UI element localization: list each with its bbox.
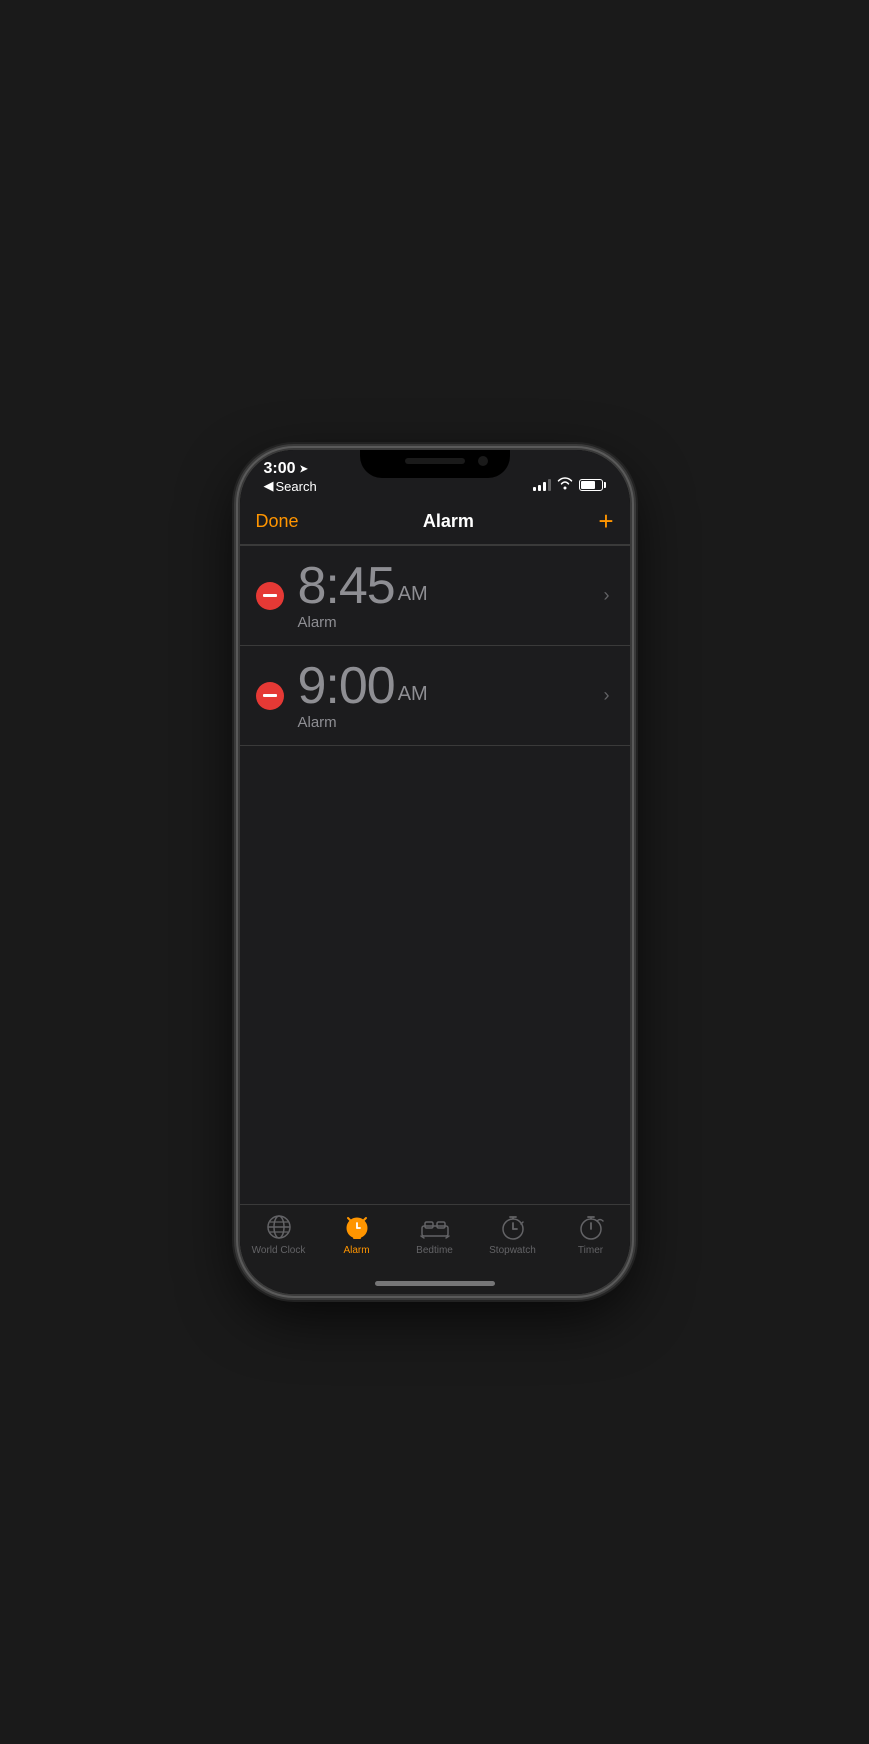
alarm-list: 8:45 AM Alarm › 9:00 AM Alarm	[240, 545, 630, 746]
bedtime-icon	[421, 1213, 449, 1241]
tab-stopwatch[interactable]: Stopwatch	[474, 1213, 552, 1256]
alarm-item[interactable]: 8:45 AM Alarm ›	[240, 545, 630, 646]
wifi-icon	[557, 477, 573, 492]
empty-area	[240, 746, 630, 1228]
alarm-2-time-row: 9:00 AM	[298, 660, 596, 712]
world-clock-icon	[265, 1213, 293, 1241]
alarm-item[interactable]: 9:00 AM Alarm ›	[240, 646, 630, 746]
back-chevron-icon: ◀	[264, 478, 274, 494]
home-indicator	[375, 1281, 495, 1286]
delete-alarm-2-button[interactable]	[256, 682, 284, 710]
phone-frame: 3:00 ➤ ◀ Search	[240, 450, 630, 1294]
signal-bar-3	[543, 482, 546, 491]
signal-bar-1	[533, 487, 536, 491]
alarm-2-time: 9:00	[298, 660, 395, 712]
alarm-2-chevron-icon: ›	[604, 685, 610, 706]
alarm-2-info: 9:00 AM Alarm	[298, 660, 596, 731]
notch	[360, 450, 510, 478]
signal-bar-2	[538, 485, 541, 491]
alarm-1-time: 8:45	[298, 560, 395, 612]
tab-world-clock[interactable]: World Clock	[240, 1213, 318, 1256]
back-button[interactable]: ◀ Search	[264, 478, 317, 494]
tab-alarm-label: Alarm	[343, 1245, 369, 1256]
status-right	[533, 477, 606, 494]
tab-timer-label: Timer	[578, 1245, 603, 1256]
camera	[478, 456, 488, 466]
delete-alarm-1-button[interactable]	[256, 582, 284, 610]
tab-world-clock-label: World Clock	[252, 1245, 306, 1256]
status-time: 3:00 ➤	[264, 460, 317, 478]
alarm-tab-icon	[343, 1213, 371, 1241]
nav-bar: Done Alarm +	[240, 500, 630, 545]
location-arrow-icon: ➤	[300, 464, 308, 475]
alarm-1-chevron-icon: ›	[604, 585, 610, 606]
speaker	[405, 458, 465, 464]
stopwatch-icon	[499, 1213, 527, 1241]
done-button[interactable]: Done	[256, 511, 299, 532]
tab-bedtime-label: Bedtime	[416, 1245, 453, 1256]
minus-icon	[263, 694, 277, 697]
tab-alarm[interactable]: Alarm	[318, 1213, 396, 1256]
signal-bars-icon	[533, 479, 551, 491]
time-display: 3:00	[264, 460, 296, 478]
alarm-1-ampm: AM	[398, 583, 428, 606]
add-alarm-button[interactable]: +	[598, 508, 613, 534]
alarm-1-info: 8:45 AM Alarm	[298, 560, 596, 631]
tab-bedtime[interactable]: Bedtime	[396, 1213, 474, 1256]
signal-bar-4	[548, 479, 551, 491]
alarm-1-time-row: 8:45 AM	[298, 560, 596, 612]
back-label: Search	[276, 479, 317, 494]
tab-timer[interactable]: Timer	[552, 1213, 630, 1256]
battery-icon	[579, 479, 606, 491]
tab-stopwatch-label: Stopwatch	[489, 1245, 536, 1256]
minus-icon	[263, 594, 277, 597]
nav-title: Alarm	[423, 511, 474, 532]
alarm-2-ampm: AM	[398, 683, 428, 706]
alarm-1-label: Alarm	[298, 614, 596, 631]
status-left: 3:00 ➤ ◀ Search	[264, 460, 317, 494]
timer-icon	[577, 1213, 605, 1241]
alarm-2-label: Alarm	[298, 714, 596, 731]
screen: 3:00 ➤ ◀ Search	[240, 450, 630, 1294]
